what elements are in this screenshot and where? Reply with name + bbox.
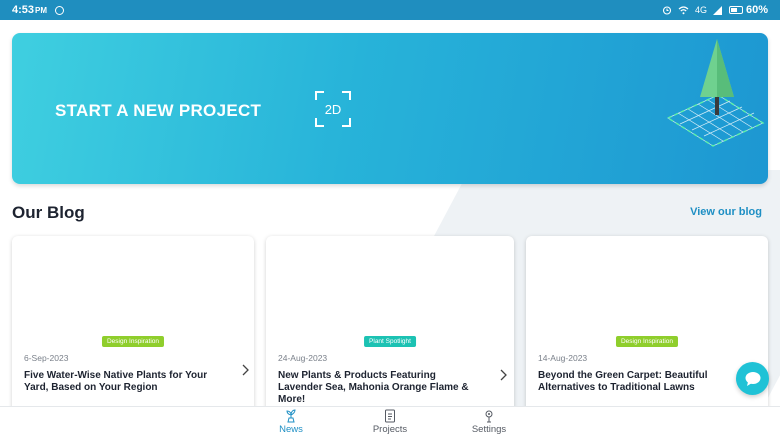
battery: 60% bbox=[728, 4, 768, 16]
nav-item-settings[interactable]: Settings bbox=[459, 409, 519, 438]
battery-icon bbox=[728, 6, 743, 14]
chat-button[interactable] bbox=[736, 362, 769, 395]
status-bar: 4:53PM 4G 60% bbox=[0, 0, 780, 20]
blog-heading: Our Blog bbox=[12, 203, 85, 222]
post-tag: Plant Spotlight bbox=[364, 336, 416, 347]
chat-bubble-icon bbox=[745, 371, 760, 386]
post-date: 14-Aug-2023 bbox=[538, 353, 588, 363]
post-date: 6-Sep-2023 bbox=[24, 353, 69, 363]
tree-grid-illustration bbox=[666, 39, 765, 147]
alarm-icon bbox=[662, 6, 672, 15]
start-project-banner[interactable]: START A NEW PROJECT 2D bbox=[12, 33, 768, 184]
nav-item-news[interactable]: News bbox=[261, 409, 321, 438]
post-title: Beyond the Green Carpet: Beautiful Alter… bbox=[538, 370, 708, 393]
blog-card[interactable]: Design Inspiration 14-Aug-2023 Beyond th… bbox=[526, 236, 768, 406]
network-label: 4G bbox=[694, 5, 707, 15]
post-title: Five Water-Wise Native Plants for Your Y… bbox=[24, 370, 208, 393]
chevron-right-icon[interactable] bbox=[240, 364, 250, 376]
status-indicators: 4G 60% bbox=[662, 4, 768, 16]
post-tag: Design Inspiration bbox=[615, 336, 679, 347]
post-date: 24-Aug-2023 bbox=[278, 353, 328, 363]
blog-card[interactable]: Design Inspiration 6-Sep-2023 Five Water… bbox=[12, 236, 254, 406]
nav-label-settings: Settings bbox=[471, 424, 507, 435]
news-screen: START A NEW PROJECT 2D Our Blog View our… bbox=[0, 20, 780, 406]
blog-card[interactable]: Plant Spotlight 24-Aug-2023 New Plants &… bbox=[266, 236, 514, 406]
nav-label-news: News bbox=[279, 424, 303, 435]
post-tag: Design Inspiration bbox=[101, 336, 165, 347]
2d-mode-icon: 2D bbox=[315, 91, 351, 127]
document-icon bbox=[385, 409, 395, 423]
nav-item-projects[interactable]: Projects bbox=[360, 409, 420, 438]
gear-plant-icon bbox=[485, 410, 493, 423]
plant-icon bbox=[286, 409, 296, 423]
2d-label: 2D bbox=[324, 101, 342, 117]
status-time: 4:53PM bbox=[12, 4, 48, 16]
banner-title: START A NEW PROJECT bbox=[55, 101, 262, 120]
nav-label-projects: Projects bbox=[372, 424, 408, 435]
chevron-right-icon[interactable] bbox=[498, 369, 508, 381]
wifi-icon bbox=[678, 5, 689, 14]
view-blog-link[interactable]: View our blog bbox=[690, 206, 762, 218]
signal-icon bbox=[712, 5, 722, 15]
sync-icon bbox=[55, 5, 65, 15]
bottom-navigation: News Projects Settings bbox=[0, 406, 780, 438]
post-title: New Plants & Products Featuring Lavender… bbox=[278, 370, 469, 405]
